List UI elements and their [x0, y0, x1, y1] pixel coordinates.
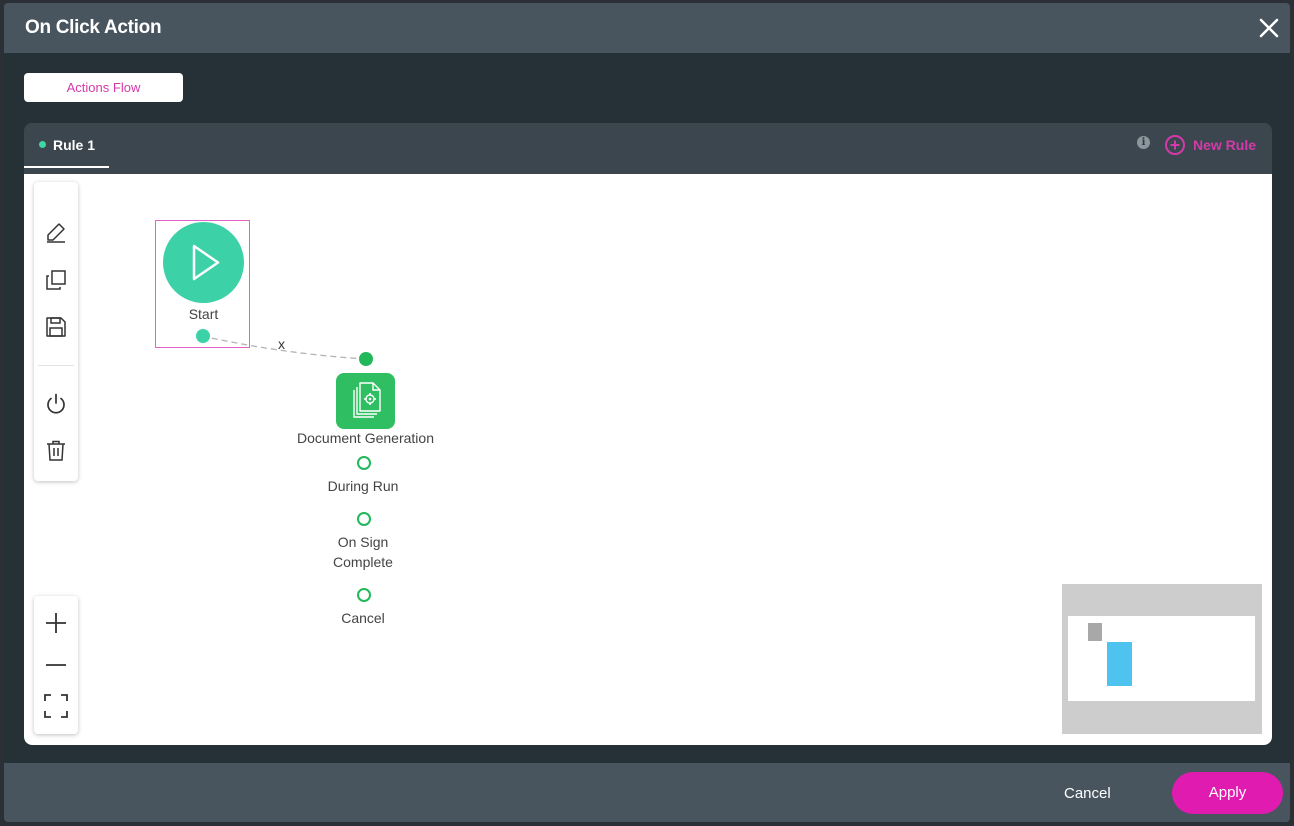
minimap[interactable] [1062, 584, 1262, 734]
plus-circle-icon [1165, 135, 1185, 155]
document-gear-icon [353, 382, 381, 418]
flow-canvas[interactable]: x Start Document Generation During Run O… [24, 174, 1272, 745]
edge-delete-button[interactable]: x [278, 336, 285, 352]
zoom-toolbar [34, 596, 78, 734]
fit-screen-icon[interactable] [44, 694, 68, 718]
minimap-viewport [1068, 616, 1255, 701]
start-circle [163, 222, 244, 303]
apply-button[interactable]: Apply [1172, 772, 1283, 814]
on-sign-complete-label: On Sign Complete [333, 534, 393, 570]
minimap-start-node [1088, 623, 1102, 641]
rule-tab-label: Rule 1 [53, 137, 96, 153]
start-output-port[interactable] [196, 329, 210, 343]
tab-actions-flow[interactable]: Actions Flow [24, 73, 183, 102]
document-generation-input-port[interactable] [359, 352, 373, 366]
close-icon[interactable] [1256, 15, 1282, 41]
during-run-label: During Run [327, 478, 399, 494]
power-icon[interactable] [44, 392, 68, 416]
document-generation-label: Document Generation [297, 430, 434, 446]
zoom-out-icon[interactable] [44, 653, 68, 677]
during-run-port[interactable] [357, 456, 371, 470]
trash-icon[interactable] [44, 439, 68, 463]
modal-footer: Cancel Apply [4, 763, 1290, 822]
rules-panel: Rule 1 i New Rule x Start Document Gener… [24, 123, 1272, 745]
cancel-button[interactable]: Cancel [1064, 785, 1111, 802]
minimap-document-node [1107, 642, 1132, 686]
modal-header: On Click Action [4, 3, 1290, 53]
play-icon [192, 244, 220, 281]
start-label: Start [188, 306, 219, 322]
zoom-in-icon[interactable] [44, 611, 68, 635]
start-node[interactable]: Start [155, 220, 250, 348]
on-click-action-modal: On Click Action Actions Flow Rule 1 i Ne… [4, 3, 1290, 822]
cancel-output-label: Cancel [341, 610, 385, 626]
modal-title: On Click Action [25, 17, 162, 38]
tab-rule-1[interactable]: Rule 1 [24, 123, 109, 168]
document-generation-node[interactable] [336, 373, 395, 429]
rule-status-dot [39, 141, 46, 148]
on-sign-complete-port[interactable] [357, 512, 371, 526]
cancel-port[interactable] [357, 588, 371, 602]
flow-connector [201, 335, 367, 360]
info-icon[interactable]: i [1137, 136, 1150, 149]
new-rule-label: New Rule [1193, 137, 1257, 153]
